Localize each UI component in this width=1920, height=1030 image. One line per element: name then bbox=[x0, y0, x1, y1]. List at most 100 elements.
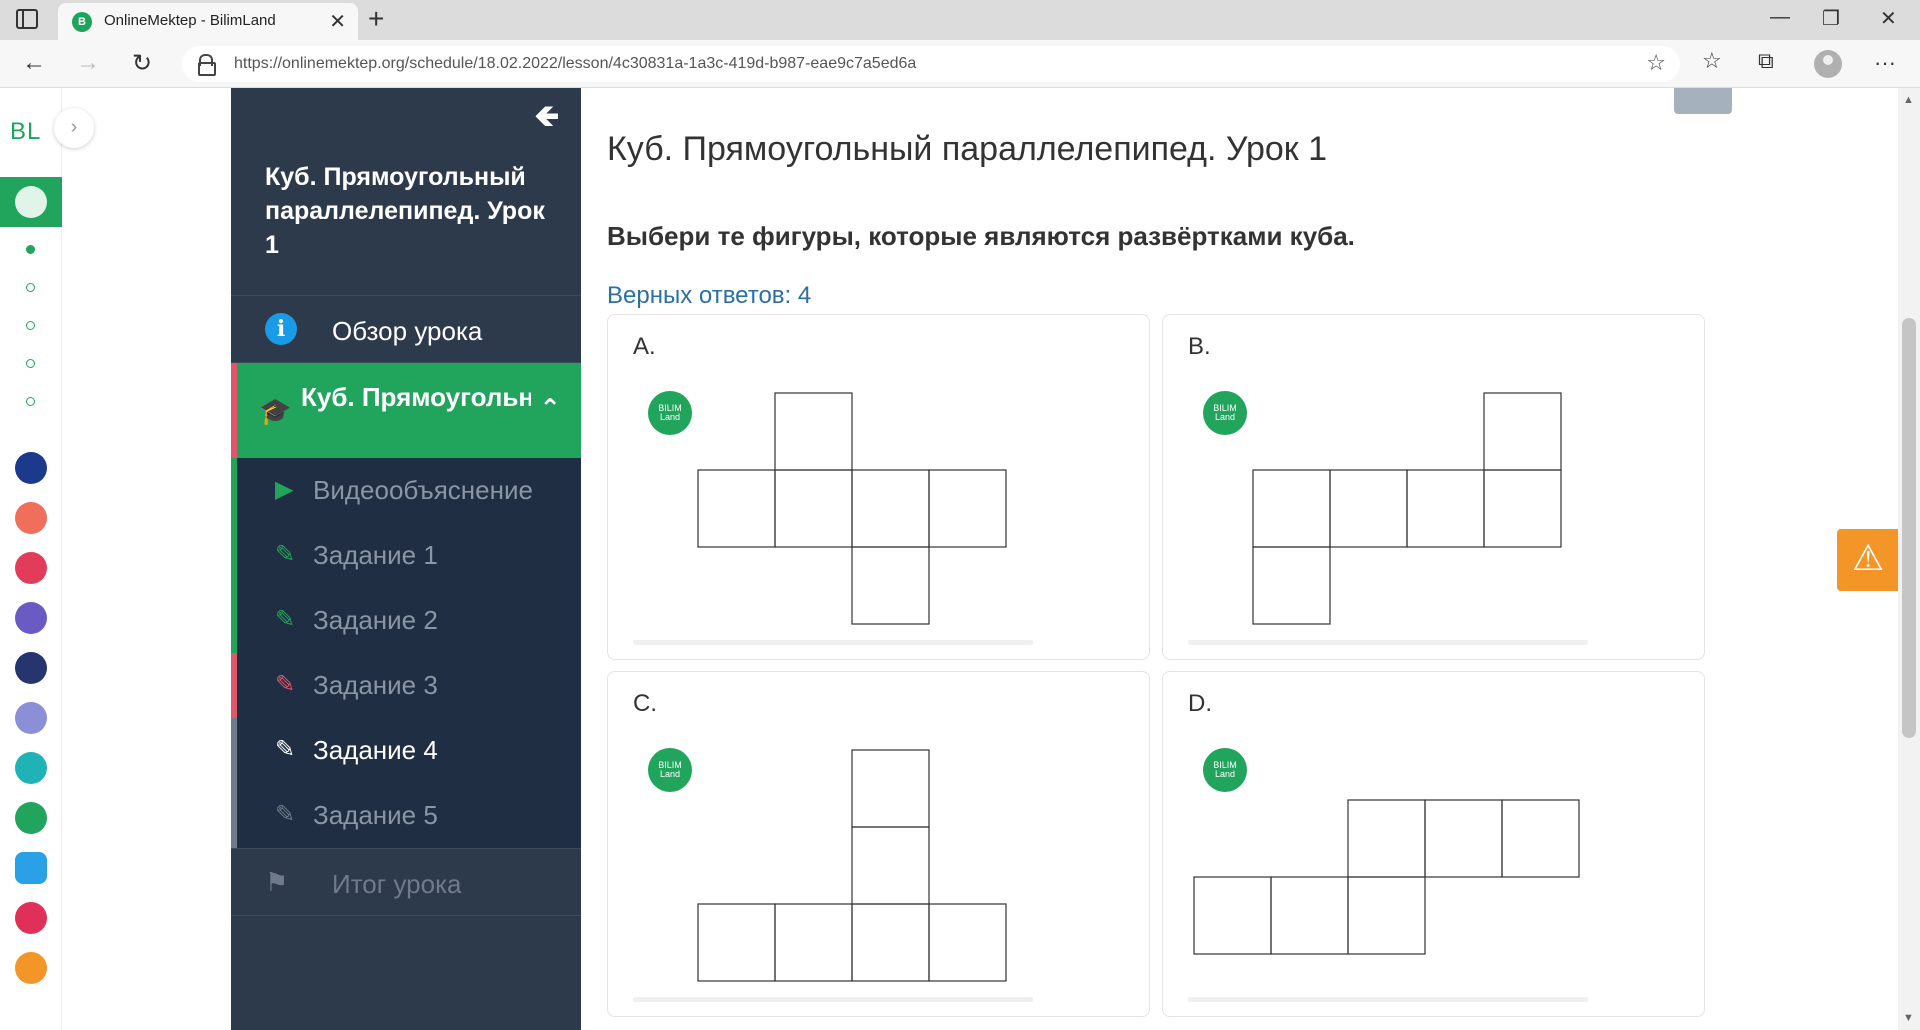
answer-option-b[interactable]: B. BILIM Land bbox=[1162, 314, 1705, 660]
url-text[interactable]: https://onlinemektep.org/schedule/18.02.… bbox=[234, 55, 916, 73]
nav-overview[interactable]: i Обзор урока bbox=[231, 295, 581, 363]
net-square bbox=[928, 903, 1007, 982]
rail-dot[interactable] bbox=[26, 321, 35, 330]
nav-item[interactable]: ✎ Задание 3 bbox=[231, 653, 581, 718]
imektep-app-icon[interactable] bbox=[15, 952, 47, 984]
answer-option-a[interactable]: A. BILIM Land bbox=[607, 314, 1150, 660]
fullscreen-button[interactable] bbox=[1674, 88, 1732, 114]
onlinemektep-app-icon[interactable] bbox=[0, 177, 62, 227]
maximize-button[interactable]: ❐ bbox=[1822, 6, 1840, 31]
net-square bbox=[1329, 469, 1408, 548]
bilim-app-icon[interactable] bbox=[15, 602, 47, 634]
report-problem-button[interactable]: ⚠ bbox=[1837, 529, 1899, 591]
profile-avatar[interactable] bbox=[1814, 50, 1842, 78]
warning-icon: ⚠ bbox=[1851, 537, 1885, 578]
rail-expand-button[interactable]: › bbox=[54, 108, 94, 148]
test-app-icon[interactable] bbox=[15, 852, 47, 884]
lock-icon[interactable] bbox=[198, 54, 216, 76]
back-button[interactable]: ← bbox=[22, 49, 46, 77]
rail-dot[interactable] bbox=[26, 283, 35, 292]
net-square bbox=[1270, 876, 1349, 955]
bilim-learnz-app-icon[interactable] bbox=[15, 502, 47, 534]
nav-overview-label: Обзор урока bbox=[332, 316, 483, 346]
bilimland-app-icon[interactable] bbox=[15, 802, 47, 834]
scroll-down-icon[interactable]: ▼ bbox=[1903, 1012, 1914, 1024]
window-close-button[interactable]: ✕ bbox=[1880, 6, 1897, 31]
app-rail: BL › bbox=[0, 88, 94, 1030]
nav-section-label: Куб. Прямоугольны... bbox=[301, 382, 531, 412]
browser-toolbar: ← → ↻ https://onlinemektep.org/schedule/… bbox=[0, 40, 1920, 88]
nav-item-label: Задание 4 bbox=[313, 735, 438, 765]
nav-item-label: Видеообъяснение bbox=[313, 475, 533, 505]
card-divider bbox=[633, 640, 1033, 645]
nav-item[interactable]: ✎ Задание 5 bbox=[231, 783, 581, 848]
nav-summary[interactable]: ⚑ Итог урока bbox=[231, 848, 581, 916]
cube-net-figure bbox=[1193, 799, 1580, 955]
bilim-class-app-icon[interactable] bbox=[15, 752, 47, 784]
chevron-up-icon[interactable]: ⌃ bbox=[539, 393, 561, 424]
net-square bbox=[851, 546, 930, 625]
net-square bbox=[1483, 392, 1562, 471]
new-tab-button[interactable]: + bbox=[368, 3, 384, 35]
bilim-shop-app-icon[interactable] bbox=[15, 552, 47, 584]
nav-summary-label: Итог урока bbox=[332, 869, 462, 899]
smart-nation-app-icon[interactable] bbox=[15, 652, 47, 684]
browser-tab[interactable]: B OnlineMektep - BilimLand ✕ bbox=[58, 3, 358, 40]
nav-item[interactable]: ✎ Задание 2 bbox=[231, 588, 581, 653]
tab-actions-icon[interactable] bbox=[16, 9, 38, 29]
rail-dot[interactable] bbox=[26, 397, 35, 406]
page-scrollbar[interactable]: ▲ ▼ bbox=[1898, 88, 1920, 1030]
bilimland-logo[interactable]: BL bbox=[10, 118, 41, 146]
cube-net-figure bbox=[697, 392, 1007, 625]
nav-item-label: Задание 1 bbox=[313, 540, 438, 570]
forward-button[interactable]: → bbox=[76, 49, 100, 77]
question-text: Выбери те фигуры, которые являются развё… bbox=[607, 221, 1355, 251]
flag-icon: ⚑ bbox=[265, 867, 289, 897]
bilim-tutor-app-icon[interactable] bbox=[15, 452, 47, 484]
nav-section[interactable]: 🎓 Куб. Прямоугольны... ⌃ bbox=[231, 363, 581, 458]
more-menu-icon[interactable]: ··· bbox=[1874, 50, 1896, 76]
favorites-icon[interactable]: ☆ bbox=[1702, 48, 1722, 74]
collections-icon[interactable]: ⧉ bbox=[1758, 48, 1774, 74]
rail-dot[interactable] bbox=[26, 245, 35, 254]
bilimland-watermark-badge: BILIM Land bbox=[1203, 391, 1247, 435]
answer-option-d[interactable]: D. BILIM Land bbox=[1162, 671, 1705, 1017]
card-divider bbox=[633, 997, 1033, 1002]
scrollbar-thumb[interactable] bbox=[1902, 318, 1916, 738]
lesson-title: Куб. Прямоугольный параллелепипед. Урок … bbox=[265, 163, 545, 259]
back-arrow-icon[interactable]: 🡸 bbox=[535, 94, 559, 145]
tab-title: OnlineMektep - BilimLand bbox=[104, 12, 276, 29]
add-favorite-icon[interactable]: ☆ bbox=[1646, 50, 1666, 76]
net-square bbox=[697, 903, 776, 982]
tab-close-icon[interactable]: ✕ bbox=[329, 9, 346, 34]
net-square bbox=[1501, 799, 1580, 878]
net-square bbox=[928, 469, 1007, 548]
reload-button[interactable]: ↻ bbox=[132, 49, 152, 78]
keyboard-app-icon[interactable] bbox=[15, 702, 47, 734]
net-square bbox=[697, 469, 776, 548]
edit-icon: ✎ bbox=[275, 606, 296, 633]
nav-item[interactable]: ✎ Задание 1 bbox=[231, 523, 581, 588]
answer-option-c[interactable]: C. BILIM Land bbox=[607, 671, 1150, 1017]
page-title: Куб. Прямоугольный параллелепипед. Урок … bbox=[607, 130, 1328, 168]
nav-item[interactable]: ✎ Задание 4 bbox=[231, 718, 581, 783]
browser-tabbar: B OnlineMektep - BilimLand ✕ + — ❐ ✕ bbox=[0, 0, 1920, 40]
cube-net-figure bbox=[1252, 392, 1562, 625]
nav-item[interactable]: ▶ Видеообъяснение bbox=[231, 458, 581, 523]
address-bar[interactable]: https://onlinemektep.org/schedule/18.02.… bbox=[182, 46, 1680, 82]
bilimland-watermark-badge: BILIM Land bbox=[648, 748, 692, 792]
main-content: Куб. Прямоугольный параллелепипед. Урок … bbox=[581, 88, 1732, 1030]
net-square bbox=[851, 749, 930, 828]
twig-app-icon[interactable] bbox=[15, 902, 47, 934]
minimize-button[interactable]: — bbox=[1770, 6, 1790, 29]
net-square bbox=[1347, 799, 1426, 878]
net-square bbox=[774, 903, 853, 982]
net-square bbox=[851, 826, 930, 905]
edit-icon: ✎ bbox=[275, 541, 296, 568]
lesson-sidebar: 🡸 Куб. Прямоугольный параллелепипед. Уро… bbox=[231, 88, 581, 1030]
rail-dot[interactable] bbox=[26, 359, 35, 368]
nav-item-label: Задание 5 bbox=[313, 800, 438, 830]
scroll-up-icon[interactable]: ▲ bbox=[1903, 94, 1914, 106]
graduation-cap-icon: 🎓 bbox=[259, 396, 292, 426]
info-icon: i bbox=[265, 313, 297, 345]
